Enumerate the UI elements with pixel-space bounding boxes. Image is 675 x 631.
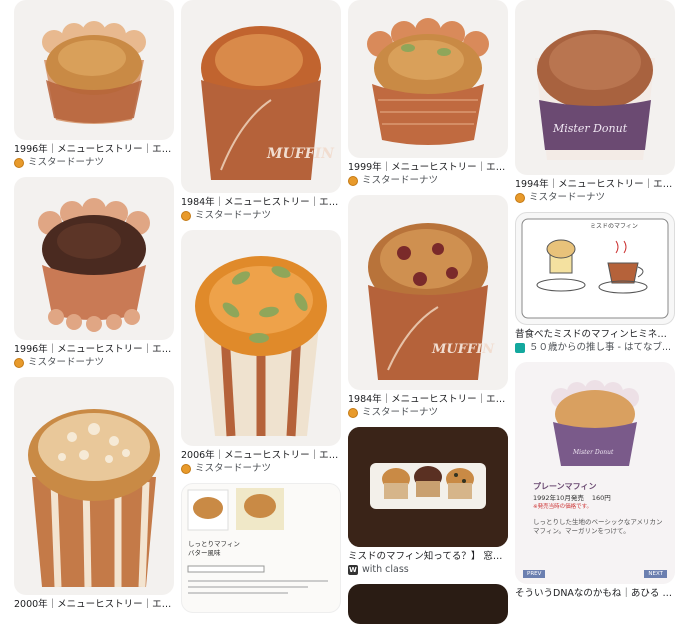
result-card[interactable]: 1996年｜メニューヒストリー｜エン... ミスタードーナツ bbox=[14, 0, 174, 169]
result-image[interactable]: Mister Donut プレーンマフィン 1992年10月発売 160円 ※発… bbox=[515, 362, 675, 584]
result-image[interactable] bbox=[181, 230, 341, 446]
result-caption[interactable]: 昔食べたミスドのマフィンヒミネス... bbox=[515, 328, 675, 341]
result-image[interactable]: Mister Donut bbox=[515, 0, 675, 175]
result-card[interactable]: ミスドのマフィン知ってる？】 窓外... W with class bbox=[348, 427, 508, 576]
result-image[interactable] bbox=[14, 377, 174, 595]
result-image[interactable] bbox=[348, 427, 508, 547]
wrapper-label: MUFFIN bbox=[431, 342, 495, 357]
release-date: 1992年10月発売 bbox=[533, 494, 584, 502]
wrapper-brand-label: Mister Donut bbox=[572, 449, 614, 456]
product-description: しっとりした生地のベーシックなアメリカンマフィン。マーガリンをつけて。 bbox=[533, 518, 663, 535]
site-favicon-icon bbox=[515, 192, 525, 203]
site-favicon-icon bbox=[14, 157, 24, 168]
site-favicon-icon bbox=[14, 357, 24, 368]
source-name: ミスタードーナツ bbox=[28, 157, 105, 168]
with-class-favicon-icon: W bbox=[348, 564, 358, 575]
source-name: ミスタードーナツ bbox=[362, 407, 439, 418]
result-caption[interactable]: ミスドのマフィン知ってる？】 窓外... bbox=[348, 550, 508, 563]
product-name: プレーンマフィン bbox=[533, 482, 597, 491]
result-card[interactable]: Mister Donut 1994年｜メニューヒストリー｜エン... ミスタード… bbox=[515, 0, 675, 204]
chocolate-muffin-image bbox=[38, 198, 150, 332]
result-card[interactable] bbox=[348, 584, 508, 624]
result-caption[interactable]: そういうDNAなのかもね｜あひる 時... bbox=[515, 587, 675, 600]
result-source[interactable]: ミスタードーナツ bbox=[14, 156, 174, 169]
result-image[interactable] bbox=[348, 584, 508, 624]
result-source[interactable]: ミスタードーナツ bbox=[181, 462, 341, 475]
result-card[interactable]: MUFFIN 1984年｜メニューヒストリー｜エン... ミスタードーナツ bbox=[348, 195, 508, 419]
source-name: ミスタードーナツ bbox=[195, 210, 272, 221]
result-source[interactable]: W with class bbox=[348, 563, 508, 576]
streusel-muffin-image bbox=[28, 409, 160, 588]
result-card[interactable]: 2006年｜メニューヒストリー｜エン... ミスタードーナツ bbox=[181, 230, 341, 475]
result-image[interactable]: ミスドのマフィン bbox=[515, 212, 675, 325]
result-source[interactable]: ミスタードーナツ bbox=[181, 209, 341, 222]
muffin-image bbox=[42, 21, 146, 124]
result-image[interactable] bbox=[348, 0, 508, 158]
result-card[interactable]: MUFFIN 1984年｜メニューヒストリー｜エン... ミスタードーナツ bbox=[181, 0, 341, 222]
berry-muffin-image: MUFFIN bbox=[368, 223, 495, 380]
result-caption[interactable]: 2000年｜メニューヒストリー｜エン... bbox=[14, 598, 174, 611]
source-name: ミスタードーナツ bbox=[362, 175, 439, 186]
price-note: ※発売当時の価格です。 bbox=[533, 504, 593, 510]
result-image[interactable]: しっとりマフィン バター風味 bbox=[181, 483, 341, 613]
source-name: with class bbox=[362, 564, 409, 575]
result-image[interactable]: MUFFIN bbox=[348, 195, 508, 390]
pumpkin-seed-muffin-image bbox=[195, 256, 327, 437]
source-name: ミスタードーナツ bbox=[195, 463, 272, 474]
source-name: ５０歳からの推し事 - はてなブ... bbox=[529, 342, 672, 353]
site-favicon-icon bbox=[348, 175, 358, 186]
result-card[interactable]: 1996年｜メニューヒストリー｜エン... ミスタードーナツ bbox=[14, 177, 174, 369]
result-source[interactable]: ミスタードーナツ bbox=[515, 191, 675, 204]
result-image[interactable] bbox=[14, 0, 174, 140]
product-title: しっとりマフィン bbox=[188, 540, 240, 548]
result-source[interactable]: ミスタードーナツ bbox=[348, 406, 508, 419]
price: 160円 bbox=[591, 494, 611, 502]
result-image[interactable]: MUFFIN bbox=[181, 0, 341, 193]
site-favicon-icon bbox=[181, 463, 191, 474]
result-source[interactable]: ミスタードーナツ bbox=[14, 356, 174, 369]
muffin-wrapper-image: MUFFIN bbox=[201, 26, 335, 180]
source-name: ミスタードーナツ bbox=[529, 192, 606, 203]
result-card[interactable]: Mister Donut プレーンマフィン 1992年10月発売 160円 ※発… bbox=[515, 362, 675, 600]
result-card[interactable]: しっとりマフィン バター風味 bbox=[181, 483, 341, 613]
wrapper-label: MUFFIN bbox=[266, 146, 335, 162]
plain-muffin-image: Mister Donut bbox=[551, 380, 639, 466]
wrapper-brand-label: Mister Donut bbox=[552, 122, 628, 135]
result-image[interactable] bbox=[14, 177, 174, 340]
source-name: ミスタードーナツ bbox=[28, 357, 105, 368]
result-card[interactable]: 1999年｜メニューヒストリー｜エン... ミスタードーナツ bbox=[348, 0, 508, 187]
result-caption[interactable]: 1996年｜メニューヒストリー｜エン... bbox=[14, 343, 174, 356]
site-favicon-icon bbox=[348, 407, 358, 418]
three-muffins-plate-image bbox=[348, 427, 508, 547]
patterned-muffin-image bbox=[367, 18, 489, 145]
prev-button[interactable]: PREV bbox=[523, 570, 546, 578]
result-card[interactable]: ミスドのマフィン 昔食べたミスドのマフィンヒミネス... ５０歳からの推し事 -… bbox=[515, 212, 675, 354]
product-subtitle: バター風味 bbox=[188, 549, 221, 557]
sketch-header: ミスドのマフィン bbox=[590, 223, 638, 230]
site-favicon-icon bbox=[181, 210, 191, 221]
result-caption[interactable]: 1999年｜メニューヒストリー｜エン... bbox=[348, 161, 508, 174]
result-caption[interactable]: 1984年｜メニューヒストリー｜エン... bbox=[181, 196, 341, 209]
result-card[interactable]: 2000年｜メニューヒストリー｜エン... bbox=[14, 377, 174, 611]
result-source[interactable]: ミスタードーナツ bbox=[348, 174, 508, 187]
result-caption[interactable]: 1984年｜メニューヒストリー｜エン... bbox=[348, 393, 508, 406]
result-caption[interactable]: 2006年｜メニューヒストリー｜エン... bbox=[181, 449, 341, 462]
result-caption[interactable]: 1996年｜メニューヒストリー｜エン... bbox=[14, 143, 174, 156]
result-caption[interactable]: 1994年｜メニューヒストリー｜エン... bbox=[515, 178, 675, 191]
next-button[interactable]: NEXT bbox=[644, 570, 667, 578]
result-source[interactable]: ５０歳からの推し事 - はてなブ... bbox=[515, 341, 675, 354]
hatena-favicon-icon bbox=[515, 342, 525, 353]
mister-donut-muffin-image: Mister Donut bbox=[535, 30, 655, 160]
